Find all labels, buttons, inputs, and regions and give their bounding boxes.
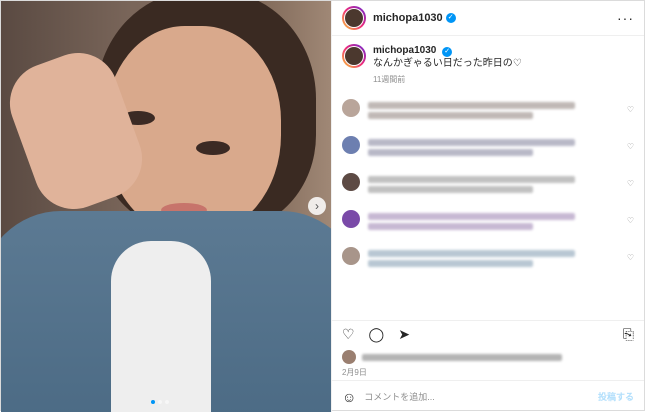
comment-item: ♡ bbox=[341, 210, 634, 233]
commenter-avatar[interactable] bbox=[341, 136, 360, 154]
blurred-comment-text bbox=[367, 260, 533, 267]
carousel-dot bbox=[165, 400, 169, 404]
comment-list: ♡ ♡ ♡ ♡ ♡ bbox=[341, 99, 634, 270]
carousel-dot bbox=[158, 400, 162, 404]
caption-time: 11週間前 bbox=[372, 75, 406, 84]
add-comment-bar: ☺ 投稿する bbox=[331, 380, 644, 412]
comment-item: ♡ bbox=[341, 99, 634, 122]
comment-item: ♡ bbox=[341, 136, 634, 159]
likes-text-blurred bbox=[361, 353, 562, 361]
caption-text: なんかぎゃるい日だった昨日の♡ bbox=[372, 58, 522, 69]
blurred-comment-text bbox=[367, 102, 576, 109]
blurred-comment-text bbox=[367, 149, 533, 156]
author-avatar[interactable] bbox=[341, 6, 366, 30]
blurred-comment-text bbox=[367, 176, 576, 183]
comments-section: michopa1030 ✓ なんかぎゃるい日だった昨日の♡ 11週間前 ♡ ♡ ♡ ♡… bbox=[332, 36, 644, 320]
bookmark-icon[interactable]: ⎘ bbox=[623, 326, 634, 343]
commenter-avatar[interactable] bbox=[341, 247, 360, 265]
comment-heart-icon[interactable]: ♡ bbox=[627, 253, 634, 262]
verified-badge-icon: ✓ bbox=[442, 47, 453, 57]
next-image-button[interactable]: › bbox=[308, 197, 326, 215]
comment-heart-icon[interactable]: ♡ bbox=[627, 179, 634, 188]
heart-icon[interactable]: ♡ bbox=[342, 326, 355, 343]
comment-icon[interactable]: ◯ bbox=[369, 326, 385, 343]
comment-heart-icon[interactable]: ♡ bbox=[627, 142, 634, 151]
caption-avatar[interactable] bbox=[341, 44, 366, 68]
carousel-indicator bbox=[151, 400, 169, 404]
more-options-button[interactable]: ··· bbox=[617, 10, 634, 26]
post-caption: michopa1030 ✓ なんかぎゃるい日だった昨日の♡ 11週間前 bbox=[341, 44, 634, 85]
blurred-comment-text bbox=[367, 223, 533, 230]
post-side-panel: michopa1030 ✓ ··· michopa1030 ✓ なんかぎゃるい日… bbox=[330, 1, 644, 412]
comment-heart-icon[interactable]: ♡ bbox=[627, 216, 634, 225]
action-bar: ♡ ◯ ➤ ⎘ bbox=[331, 320, 644, 348]
commenter-avatar[interactable] bbox=[341, 210, 360, 228]
comment-input[interactable] bbox=[364, 391, 590, 402]
blurred-comment-text bbox=[367, 213, 576, 220]
comment-heart-icon[interactable]: ♡ bbox=[627, 105, 634, 114]
emoji-icon[interactable]: ☺ bbox=[342, 389, 356, 405]
post-comment-button[interactable]: 投稿する bbox=[598, 390, 634, 403]
blurred-comment-text bbox=[367, 139, 576, 146]
instagram-post: › michopa1030 ✓ ··· michopa1030 ✓ なんかぎゃる bbox=[0, 0, 645, 412]
post-image[interactable]: › bbox=[1, 1, 331, 412]
comment-item: ♡ bbox=[341, 173, 634, 196]
post-header: michopa1030 ✓ ··· bbox=[331, 1, 644, 36]
blurred-comment-text bbox=[367, 112, 533, 119]
likes-row bbox=[332, 348, 644, 366]
photo-eye-right bbox=[196, 141, 230, 155]
commenter-avatar[interactable] bbox=[341, 173, 360, 191]
caption-username[interactable]: michopa1030 bbox=[373, 45, 436, 56]
share-icon[interactable]: ➤ bbox=[398, 326, 410, 343]
post-date: 2月9日 bbox=[341, 368, 367, 377]
blurred-comment-text bbox=[367, 250, 576, 257]
comment-item: ♡ bbox=[341, 247, 634, 270]
blurred-comment-text bbox=[367, 186, 533, 193]
author-username[interactable]: michopa1030 bbox=[373, 12, 443, 24]
liker-avatar bbox=[341, 350, 356, 364]
photo-shirt bbox=[111, 241, 211, 412]
verified-badge-icon: ✓ bbox=[445, 13, 456, 23]
commenter-avatar[interactable] bbox=[341, 99, 360, 117]
carousel-dot bbox=[151, 400, 155, 404]
